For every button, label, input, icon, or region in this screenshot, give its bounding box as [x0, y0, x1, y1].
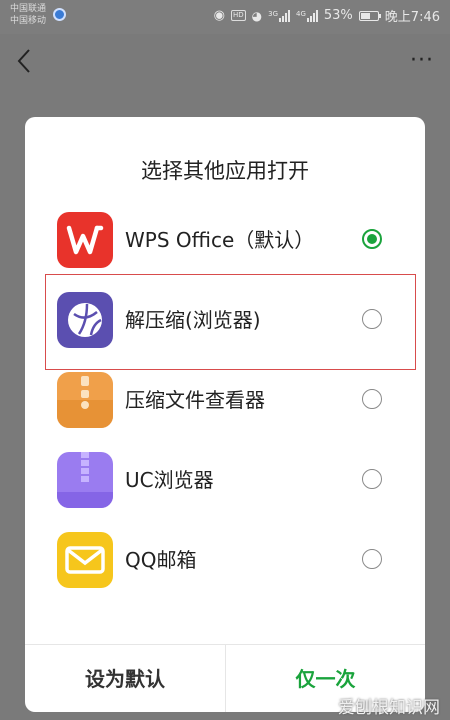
wps-office-icon: [57, 212, 113, 268]
carrier-info: 中国联通 中国移动: [10, 3, 46, 27]
app-label: QQ邮箱: [125, 548, 197, 572]
dialog-title: 选择其他应用打开: [141, 159, 309, 183]
carrier-1: 中国联通: [10, 4, 47, 14]
more-menu-button[interactable]: ···: [410, 48, 434, 73]
open-with-dialog: 选择其他应用打开 WPS Office（默认） 解压缩(浏览器) 压缩文件查看器…: [25, 117, 425, 712]
radio-unselected[interactable]: [362, 389, 382, 409]
app-option-wps[interactable]: WPS Office（默认）: [25, 201, 425, 281]
back-button[interactable]: [14, 46, 36, 76]
zip-icon: [57, 452, 113, 508]
battery-icon: [358, 10, 381, 21]
app-label: WPS Office（默认）: [125, 228, 315, 252]
eye-icon: ◕: [251, 8, 263, 23]
app-label: UC浏览器: [125, 468, 214, 492]
signal-icon-2: 4G: [296, 9, 318, 22]
app-option-uc-browser[interactable]: UC浏览器: [25, 441, 425, 521]
status-indicators: ◉ HD ◕ 3G 4G 53% 晚上7:46: [214, 6, 440, 25]
hd-badge: HD: [230, 10, 246, 21]
highlight-box: [45, 274, 416, 370]
app-label: 压缩文件查看器: [125, 388, 265, 412]
app-option-qq-mail[interactable]: QQ邮箱: [25, 521, 425, 601]
watermark: 爱刨根知识网: [338, 698, 440, 718]
carrier-2: 中国移动: [10, 16, 47, 26]
signal-icon: 3G: [268, 9, 290, 22]
chevron-left-icon: [17, 49, 30, 73]
set-default-button[interactable]: 设为默认: [25, 645, 225, 712]
battery-percent: 53%: [323, 8, 353, 23]
status-bar: 中国联通 中国移动 ◉ HD ◕ 3G 4G 53% 晚上7:46: [0, 0, 450, 34]
radio-unselected[interactable]: [362, 469, 382, 489]
shield-icon: [53, 8, 66, 21]
mail-icon: [57, 532, 113, 588]
radio-selected[interactable]: [362, 229, 382, 249]
radio-unselected[interactable]: [362, 549, 382, 569]
hotspot-icon: ◉: [213, 8, 225, 23]
clock: 晚上7:46: [384, 10, 440, 25]
more-icon: ···: [410, 48, 434, 73]
archive-folder-icon: [57, 372, 113, 428]
app-option-archive-viewer[interactable]: 压缩文件查看器: [25, 361, 425, 441]
